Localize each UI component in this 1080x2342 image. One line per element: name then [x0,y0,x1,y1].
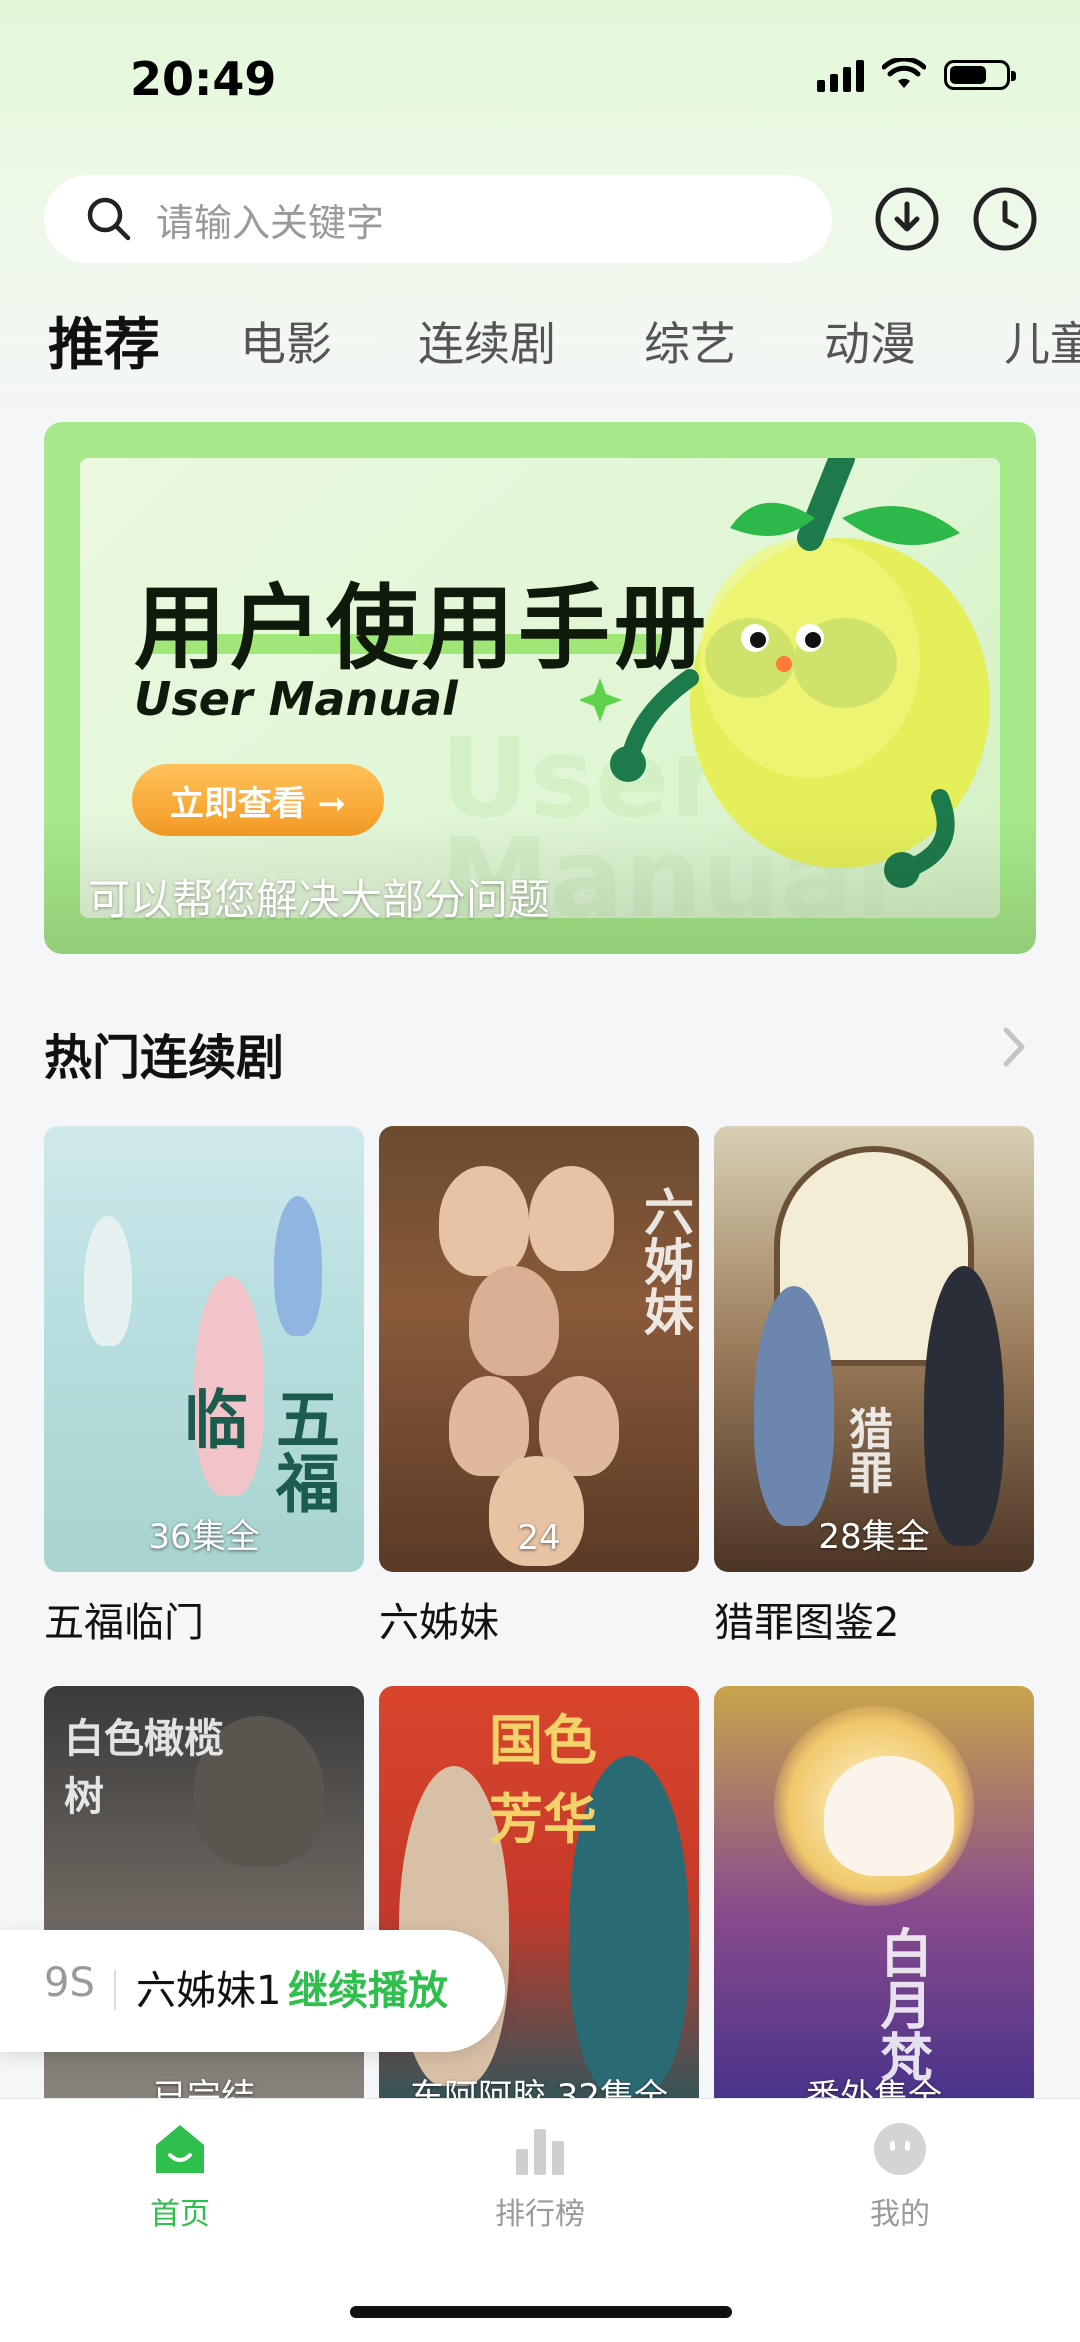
poster-title: 五福临门 [44,1600,204,1646]
search-placeholder: 请输入关键字 [156,200,385,245]
nav-label: 我的 [870,2197,930,2232]
poster-title-art: 六姊妹 [636,1186,694,1336]
banner-caption: 可以帮您解决大部分问题 [88,875,551,924]
poster-figure [754,1286,834,1526]
category-tabs: 推荐 电影 连续剧 综艺 动漫 儿童 [0,300,1080,380]
nav-label: 首页 [150,2197,210,2232]
poster-episode-count: 36集全 [148,1517,260,1557]
signal-icon [817,58,864,92]
nav-home[interactable]: 首页 [90,2121,270,2233]
chevron-right-icon[interactable] [994,1022,1034,1072]
poster-figure [924,1266,1004,1546]
nav-profile[interactable]: 我的 [810,2121,990,2233]
poster-deer [824,1756,954,1876]
home-indicator [350,2306,732,2318]
poster-title-art: 猎罪 [841,1406,892,1494]
wifi-icon [882,58,926,88]
poster-wufulinmen[interactable]: 五福临 36集全 [44,1126,364,1572]
home-icon [156,2125,204,2173]
banner-subtitle: User Manual [134,672,458,726]
tab-anime[interactable]: 动漫 [824,308,916,374]
poster-episode-count: 28集全 [818,1517,930,1557]
poster-figure [84,1216,132,1346]
poster-liuzimei[interactable]: 六姊妹 24 [379,1126,699,1572]
search-icon [87,197,131,241]
status-icons [817,58,1016,92]
continue-playing-button[interactable]: 继续播放 [288,1958,448,2016]
tab-series[interactable]: 连续剧 [418,308,556,374]
tab-recommend[interactable]: 推荐 [48,300,160,380]
history-icon[interactable] [970,184,1040,254]
section-title: 热门连续剧 [44,1030,285,1086]
poster-title: 猎罪图鉴2 [714,1600,900,1646]
resume-timestamp: 9S [44,1960,95,2006]
divider [114,1970,116,2010]
tab-kids[interactable]: 儿童 [1004,308,1080,374]
poster-figure [529,1166,614,1271]
poster-episode-count: 24 [517,1518,561,1558]
search-input[interactable]: 请输入关键字 [44,175,832,263]
user-manual-banner[interactable]: 用户使用手册 User Manual User Manual 立即查看 ➞ 可以… [44,422,1036,954]
poster-figure [274,1196,322,1336]
tab-variety[interactable]: 综艺 [644,308,736,374]
poster-title-art: 白月梵 [871,1926,931,2082]
status-time: 20:49 [130,52,277,106]
poster-liezuitujian2[interactable]: 猎罪 28集全 [714,1126,1034,1572]
tab-movie[interactable]: 电影 [240,308,332,374]
poster-figure [439,1166,529,1276]
poster-guosefanghua[interactable]: 国色芳华 东阿阿胶 32集全 [379,1686,699,2132]
poster-figure [469,1266,559,1376]
resume-title: 六姊妹1 [136,1968,282,2014]
download-icon[interactable] [872,184,942,254]
poster-title-art: 白色橄榄树 [64,1716,224,1820]
profile-face-icon [874,2123,926,2175]
battery-icon [944,60,1016,90]
poster-title-art: 国色芳华 [489,1709,597,1851]
poster-white-olive-tree[interactable]: 白色橄榄树 已完结 [44,1686,364,2132]
continue-watching-pill[interactable]: 9S 六姊妹1 继续播放 [0,1930,505,2052]
bar-chart-icon [516,2129,564,2175]
nav-ranking[interactable]: 排行榜 [450,2121,630,2233]
nav-label: 排行榜 [495,2197,585,2232]
poster-title: 六姊妹 [379,1600,499,1646]
poster-baiyuefan[interactable]: 白月梵 番外集全 [714,1686,1034,2132]
